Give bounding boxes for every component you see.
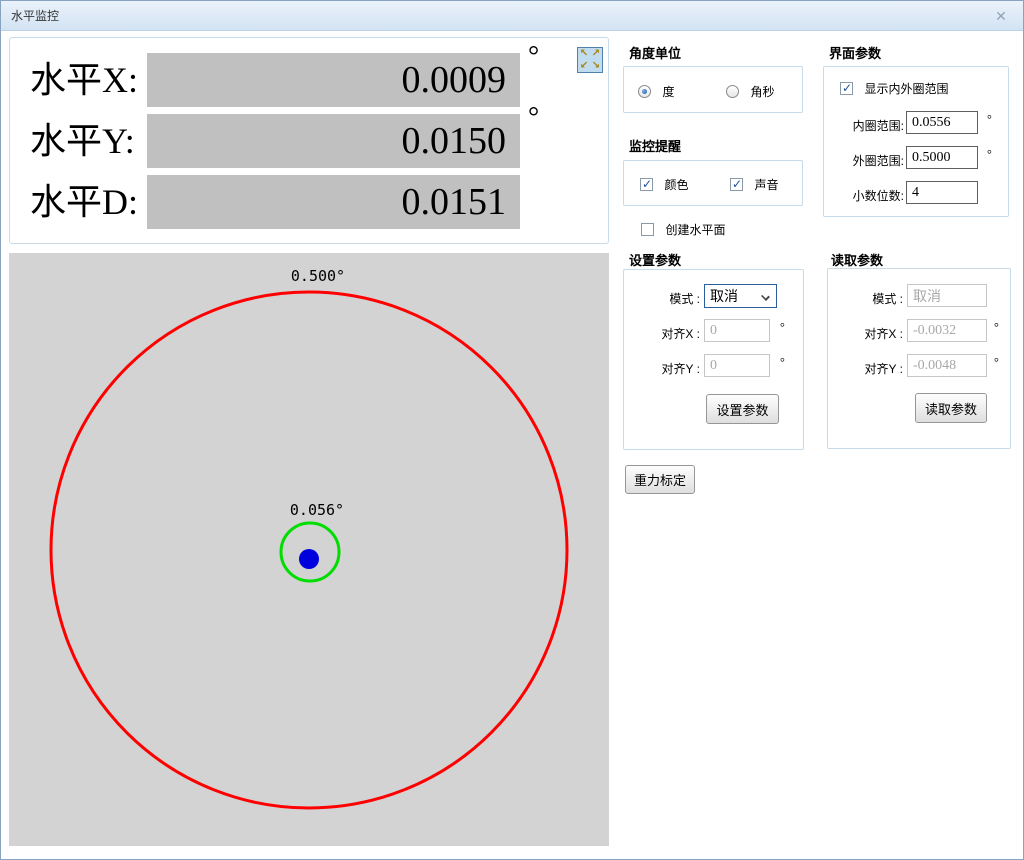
expand-button[interactable]: ↖↗↙↘	[577, 47, 603, 73]
radio-degree[interactable]: 度	[638, 83, 674, 101]
chevron-down-icon	[761, 292, 770, 301]
decimals-input[interactable]: 4	[906, 181, 978, 204]
monitor-alert-header: 监控提醒	[629, 136, 681, 155]
color-alert-option[interactable]: 颜色	[640, 176, 688, 194]
set-align-y-label: 对齐Y :	[624, 360, 700, 377]
set-mode-value: 取消	[710, 286, 738, 306]
close-icon[interactable]: ✕	[991, 1, 1011, 31]
expand-arrow-sw-icon: ↙	[578, 60, 590, 72]
set-mode-dropdown[interactable]: 取消	[704, 284, 777, 308]
radio-arcsecond[interactable]: 角秒	[726, 83, 774, 101]
reading-row-x: 水平X: 0.0009 °	[10, 53, 608, 107]
monitor-alert-box: 颜色 声音	[623, 160, 803, 206]
reading-label-x: 水平X:	[30, 53, 138, 107]
set-params-box: 模式 : 取消 对齐X : 0 ° 对齐Y : 0 ° 设置参数	[623, 269, 804, 450]
color-checkbox[interactable]	[640, 178, 653, 191]
outer-range-field-label: 外圈范围:	[832, 152, 904, 169]
angle-unit-box: 度 角秒	[623, 66, 803, 113]
create-plane-option[interactable]: 创建水平面	[641, 221, 725, 239]
read-params-box: 模式 : 取消 对齐X : -0.0032 ° 对齐Y : -0.0048 ° …	[827, 268, 1011, 449]
angle-unit-header: 角度单位	[629, 43, 681, 62]
show-range-label: 显示内外圈范围	[864, 82, 948, 96]
outer-range-label: 0.500°	[291, 267, 345, 285]
reading-label-y: 水平Y:	[30, 114, 135, 168]
level-gauge-panel: 0.500° 0.056°	[9, 253, 609, 846]
gravity-calibration-button[interactable]: 重力标定	[625, 465, 695, 494]
expand-arrow-ne-icon: ↗	[590, 48, 602, 60]
read-align-y-label: 对齐Y :	[828, 360, 903, 377]
set-mode-label: 模式 :	[624, 290, 700, 307]
arcsecond-radio-label: 角秒	[750, 85, 774, 99]
set-align-x-label: 对齐X :	[624, 325, 700, 342]
expand-arrow-se-icon: ↘	[590, 60, 602, 72]
expand-arrow-nw-icon: ↖	[578, 48, 590, 60]
level-position-dot	[299, 549, 319, 569]
reading-unit-y: °	[528, 102, 539, 134]
set-align-y-input[interactable]: 0	[704, 354, 770, 377]
read-mode-value: 取消	[907, 284, 987, 307]
set-params-button[interactable]: 设置参数	[706, 394, 779, 424]
show-range-checkbox[interactable]	[840, 82, 853, 95]
inner-range-input[interactable]: 0.0556	[906, 111, 978, 134]
reading-value-x: 0.0009	[147, 53, 520, 107]
window-title: 水平监控	[11, 1, 59, 31]
sound-alert-option[interactable]: 声音	[730, 176, 778, 194]
reading-row-y: 水平Y: 0.0150 °	[10, 114, 608, 168]
reading-label-d: 水平D:	[30, 175, 138, 229]
read-mode-label: 模式 :	[828, 290, 903, 307]
inner-range-field-label: 内圈范围:	[832, 117, 904, 134]
create-plane-label: 创建水平面	[665, 223, 725, 237]
reading-value-y: 0.0150	[147, 114, 520, 168]
color-checkbox-label: 颜色	[664, 178, 688, 192]
set-align-x-unit: °	[780, 320, 785, 335]
degree-radio-label: 度	[662, 85, 674, 99]
sound-checkbox[interactable]	[730, 178, 743, 191]
inner-range-unit: °	[987, 112, 992, 127]
read-align-y-unit: °	[994, 355, 999, 370]
title-bar: 水平监控 ✕	[1, 1, 1023, 31]
sound-checkbox-label: 声音	[754, 178, 778, 192]
arcsecond-radio-icon[interactable]	[726, 85, 739, 98]
reading-row-d: 水平D: 0.0151	[10, 175, 608, 229]
outer-range-unit: °	[987, 147, 992, 162]
decimals-field-label: 小数位数:	[832, 187, 904, 204]
read-align-x-value: -0.0032	[907, 319, 987, 342]
set-align-x-input[interactable]: 0	[704, 319, 770, 342]
read-align-x-label: 对齐X :	[828, 325, 903, 342]
inner-range-label: 0.056°	[290, 501, 344, 519]
outer-range-input[interactable]: 0.5000	[906, 146, 978, 169]
level-gauge-canvas: 0.500° 0.056°	[9, 253, 609, 846]
read-align-y-value: -0.0048	[907, 354, 987, 377]
set-align-y-unit: °	[780, 355, 785, 370]
reading-value-d: 0.0151	[147, 175, 520, 229]
create-plane-checkbox[interactable]	[641, 223, 654, 236]
read-params-header: 读取参数	[831, 250, 883, 269]
show-range-option[interactable]: 显示内外圈范围	[840, 80, 948, 98]
read-params-button[interactable]: 读取参数	[915, 393, 987, 423]
ui-params-box: 显示内外圈范围 内圈范围: 0.0556 ° 外圈范围: 0.5000 ° 小数…	[823, 66, 1009, 217]
readings-panel: 水平X: 0.0009 ° 水平Y: 0.0150 ° 水平D: 0.0151 …	[9, 37, 609, 244]
read-align-x-unit: °	[994, 320, 999, 335]
set-params-header: 设置参数	[629, 250, 681, 269]
ui-params-header: 界面参数	[829, 43, 881, 62]
reading-unit-x: °	[528, 41, 539, 73]
level-monitor-window: 水平监控 ✕ 水平X: 0.0009 ° 水平Y: 0.0150 ° 水平D: …	[0, 0, 1024, 860]
degree-radio-icon[interactable]	[638, 85, 651, 98]
